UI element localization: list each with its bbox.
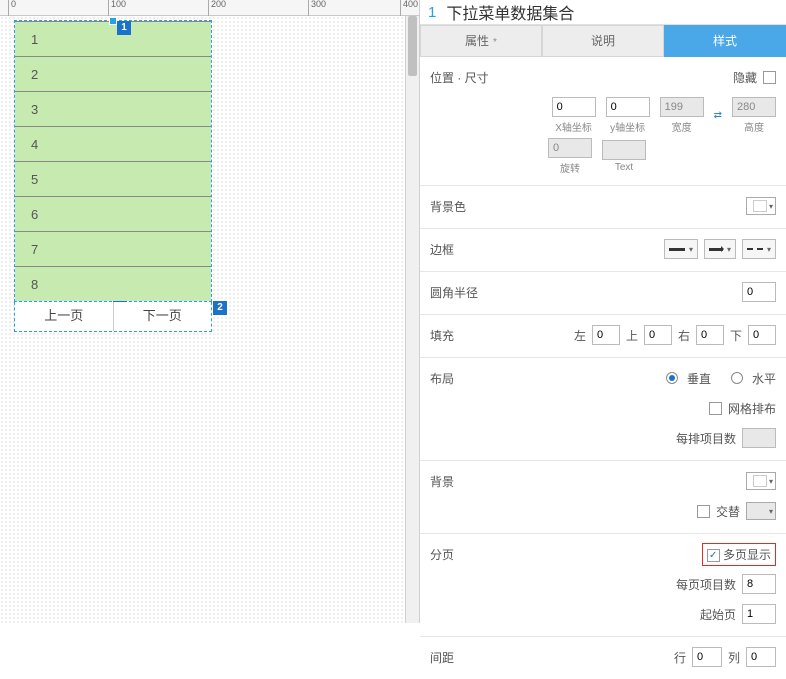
hide-checkbox[interactable]: [763, 71, 776, 84]
section-position-size: 位置 · 尺寸 隐藏 X轴坐标 y轴坐标 宽度 ⇄ 高度 旋转 Text: [420, 57, 786, 186]
resize-handle-top[interactable]: [109, 17, 117, 25]
panel-title: 下拉菜单数据集合: [446, 0, 574, 24]
items-per-page-input[interactable]: [742, 574, 776, 594]
padding-right-input[interactable]: [696, 325, 724, 345]
section-spacing: 间距 行 列: [420, 637, 786, 679]
list-item[interactable]: 4: [15, 126, 211, 161]
alternate-checkbox[interactable]: [697, 505, 710, 518]
start-page-input[interactable]: [742, 604, 776, 624]
list-item[interactable]: 6: [15, 196, 211, 231]
section-bgcolor: 背景色 ▾: [420, 186, 786, 229]
section-background: 背景 ▾ 交替 ▾: [420, 461, 786, 534]
selection-marker-1: 1: [117, 21, 131, 35]
canvas[interactable]: 1 1 2 3 4 5 6 7 8 3 2 上一页 下一页: [0, 16, 405, 623]
pager: 上一页 下一页: [14, 302, 212, 332]
ruler-horizontal: 0 100 200 300 400: [0, 0, 419, 16]
list-item[interactable]: 8: [15, 266, 211, 301]
radius-input[interactable]: [742, 282, 776, 302]
x-input[interactable]: [552, 97, 596, 117]
design-canvas-area: 0 100 200 300 400 1 1 2 3 4 5 6 7 8 3 2 …: [0, 0, 420, 623]
list-body[interactable]: 1 1 2 3 4 5 6 7 8 3 2: [14, 20, 212, 302]
next-page-button[interactable]: 下一页: [114, 302, 212, 331]
padding-bottom-input[interactable]: [748, 325, 776, 345]
list-item[interactable]: 7: [15, 231, 211, 266]
section-paging: 分页 多页显示 每页项目数 起始页: [420, 534, 786, 637]
background-label: 背景: [430, 473, 454, 490]
pen-icon: [709, 248, 723, 251]
multipage-checkbox[interactable]: [707, 549, 720, 562]
tab-style[interactable]: 样式: [664, 25, 786, 57]
tabs: 属性* 说明 样式: [420, 25, 786, 57]
layout-label: 布局: [430, 370, 454, 387]
prev-page-button[interactable]: 上一页: [15, 302, 114, 331]
background-swatch[interactable]: ▾: [746, 472, 776, 490]
border-weight-dropdown[interactable]: ▾: [664, 239, 698, 259]
aspect-lock-icon[interactable]: ⇄: [714, 110, 722, 121]
padding-label: 填充: [430, 327, 454, 344]
section-padding: 填充 左 上 右 下: [420, 315, 786, 358]
line-weight-icon: [669, 248, 685, 251]
selection-marker-2: 2: [213, 301, 227, 315]
list-item[interactable]: 5: [15, 161, 211, 196]
multipage-highlight: 多页显示: [702, 543, 776, 566]
panel-index: 1: [428, 4, 436, 21]
paging-label: 分页: [430, 546, 454, 563]
layout-vertical-radio[interactable]: [666, 372, 678, 384]
panel-header: 1 下拉菜单数据集合: [420, 0, 786, 25]
row-spacing-input[interactable]: [692, 647, 722, 667]
position-size-label: 位置 · 尺寸: [430, 69, 489, 86]
grid-layout-checkbox[interactable]: [709, 402, 722, 415]
height-input[interactable]: [732, 97, 776, 117]
list-item[interactable]: 3: [15, 91, 211, 126]
properties-panel: 1 下拉菜单数据集合 属性* 说明 样式 位置 · 尺寸 隐藏 X轴坐标 y轴坐…: [420, 0, 786, 623]
width-input[interactable]: [660, 97, 704, 117]
section-border: 边框 ▾ ▾ ▾: [420, 229, 786, 272]
spacing-label: 间距: [430, 649, 454, 666]
layout-horizontal-radio[interactable]: [731, 372, 743, 384]
canvas-vscroll[interactable]: [405, 16, 419, 623]
list-item[interactable]: 2: [15, 56, 211, 91]
scroll-thumb[interactable]: [408, 16, 417, 76]
radius-label: 圆角半径: [430, 284, 478, 301]
items-per-row-input[interactable]: [742, 428, 776, 448]
border-color-dropdown[interactable]: ▾: [704, 239, 736, 259]
border-label: 边框: [430, 241, 454, 258]
hide-label: 隐藏: [733, 69, 757, 86]
tab-description[interactable]: 说明: [542, 25, 664, 57]
section-layout: 布局 垂直 水平 网格排布 每排项目数: [420, 358, 786, 461]
padding-left-input[interactable]: [592, 325, 620, 345]
alternate-swatch[interactable]: ▾: [746, 502, 776, 520]
rotation-input[interactable]: [548, 138, 592, 158]
tab-properties[interactable]: 属性*: [420, 25, 542, 57]
section-radius: 圆角半径: [420, 272, 786, 315]
padding-top-input[interactable]: [644, 325, 672, 345]
bgcolor-label: 背景色: [430, 198, 466, 215]
bgcolor-swatch[interactable]: ▾: [746, 197, 776, 215]
dropdown-list-widget[interactable]: 1 1 2 3 4 5 6 7 8 3 2 上一页 下一页: [14, 20, 212, 332]
text-input[interactable]: [602, 140, 646, 160]
y-input[interactable]: [606, 97, 650, 117]
col-spacing-input[interactable]: [746, 647, 776, 667]
list-item[interactable]: 1: [15, 21, 211, 56]
border-style-dropdown[interactable]: ▾: [742, 239, 776, 259]
dash-icon: [747, 248, 763, 250]
